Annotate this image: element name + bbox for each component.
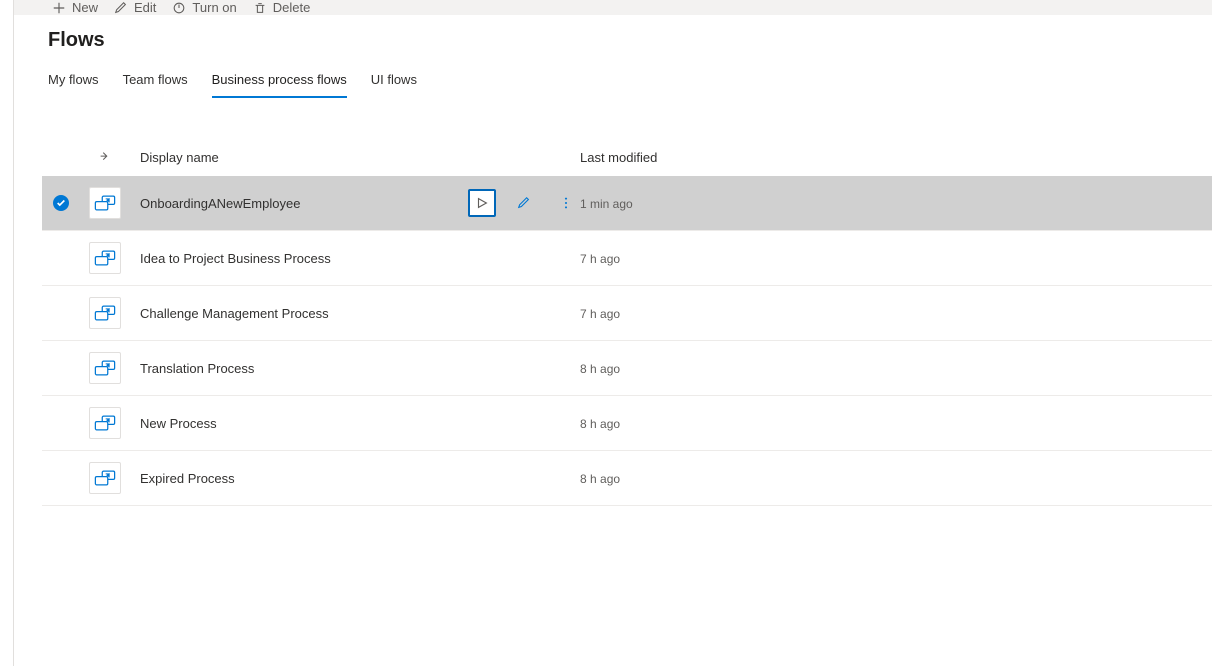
tabs: My flows Team flows Business process flo… (14, 62, 1212, 98)
tab-business-process-flows[interactable]: Business process flows (212, 62, 347, 98)
pencil-icon (517, 196, 531, 210)
header-share-col[interactable] (80, 150, 130, 164)
row-display-name-text: OnboardingANewEmployee (140, 196, 300, 211)
flows-table: Display name Last modified OnboardingANe… (42, 138, 1212, 506)
edit-button[interactable]: Edit (114, 0, 156, 15)
row-last-modified: 8 h ago (580, 471, 1212, 486)
table-row[interactable]: Expired Process8 h ago (42, 451, 1212, 506)
flow-process-icon (89, 407, 121, 439)
table-row[interactable]: Idea to Project Business Process7 h ago (42, 231, 1212, 286)
plus-icon (52, 1, 66, 15)
play-icon (475, 196, 489, 210)
checkmark-icon (53, 195, 69, 211)
table-header: Display name Last modified (42, 138, 1212, 176)
row-checkbox[interactable] (42, 195, 80, 211)
header-display-name[interactable]: Display name (130, 150, 580, 165)
new-button[interactable]: New (52, 0, 98, 15)
row-display-name[interactable]: Challenge Management Process (130, 306, 580, 321)
row-actions (468, 189, 580, 217)
trash-icon (253, 1, 267, 15)
row-last-modified: 7 h ago (580, 251, 1212, 266)
row-display-name[interactable]: Idea to Project Business Process (130, 251, 580, 266)
row-display-name[interactable]: Translation Process (130, 361, 580, 376)
more-vertical-icon (559, 196, 573, 210)
table-row[interactable]: New Process8 h ago (42, 396, 1212, 451)
turnon-button[interactable]: Turn on (172, 0, 236, 15)
edit-label: Edit (134, 0, 156, 15)
row-icon-cell (80, 352, 130, 384)
row-icon-cell (80, 187, 130, 219)
left-rail-edge (0, 0, 14, 666)
command-bar: New Edit Turn on Delete (14, 0, 1212, 15)
row-last-modified: 8 h ago (580, 361, 1212, 376)
row-icon-cell (80, 242, 130, 274)
share-arrow-icon (98, 150, 112, 164)
flow-process-icon (89, 462, 121, 494)
pencil-icon (114, 1, 128, 15)
edit-row-button[interactable] (510, 189, 538, 217)
row-icon-cell (80, 462, 130, 494)
row-last-modified: 1 min ago (580, 196, 1212, 211)
power-icon (172, 1, 186, 15)
new-label: New (72, 0, 98, 15)
row-icon-cell (80, 297, 130, 329)
table-row[interactable]: Challenge Management Process7 h ago (42, 286, 1212, 341)
tab-ui-flows[interactable]: UI flows (371, 62, 417, 98)
row-last-modified: 7 h ago (580, 306, 1212, 321)
row-display-name[interactable]: New Process (130, 416, 580, 431)
flow-process-icon (89, 352, 121, 384)
table-row[interactable]: OnboardingANewEmployee 1 min ago (42, 176, 1212, 231)
tab-team-flows[interactable]: Team flows (123, 62, 188, 98)
delete-button[interactable]: Delete (253, 0, 311, 15)
delete-label: Delete (273, 0, 311, 15)
header-last-modified[interactable]: Last modified (580, 150, 1212, 165)
row-icon-cell (80, 407, 130, 439)
row-display-name[interactable]: Expired Process (130, 471, 580, 486)
flow-process-icon (89, 297, 121, 329)
tab-my-flows[interactable]: My flows (48, 62, 99, 98)
row-last-modified: 8 h ago (580, 416, 1212, 431)
content-area: Flows My flows Team flows Business proce… (14, 15, 1212, 666)
flow-process-icon (89, 187, 121, 219)
row-display-name[interactable]: OnboardingANewEmployee (130, 189, 580, 217)
table-row[interactable]: Translation Process8 h ago (42, 341, 1212, 396)
flow-process-icon (89, 242, 121, 274)
page-title: Flows (14, 15, 1212, 62)
turnon-label: Turn on (192, 0, 236, 15)
run-button[interactable] (468, 189, 496, 217)
more-menu-button[interactable] (552, 189, 580, 217)
